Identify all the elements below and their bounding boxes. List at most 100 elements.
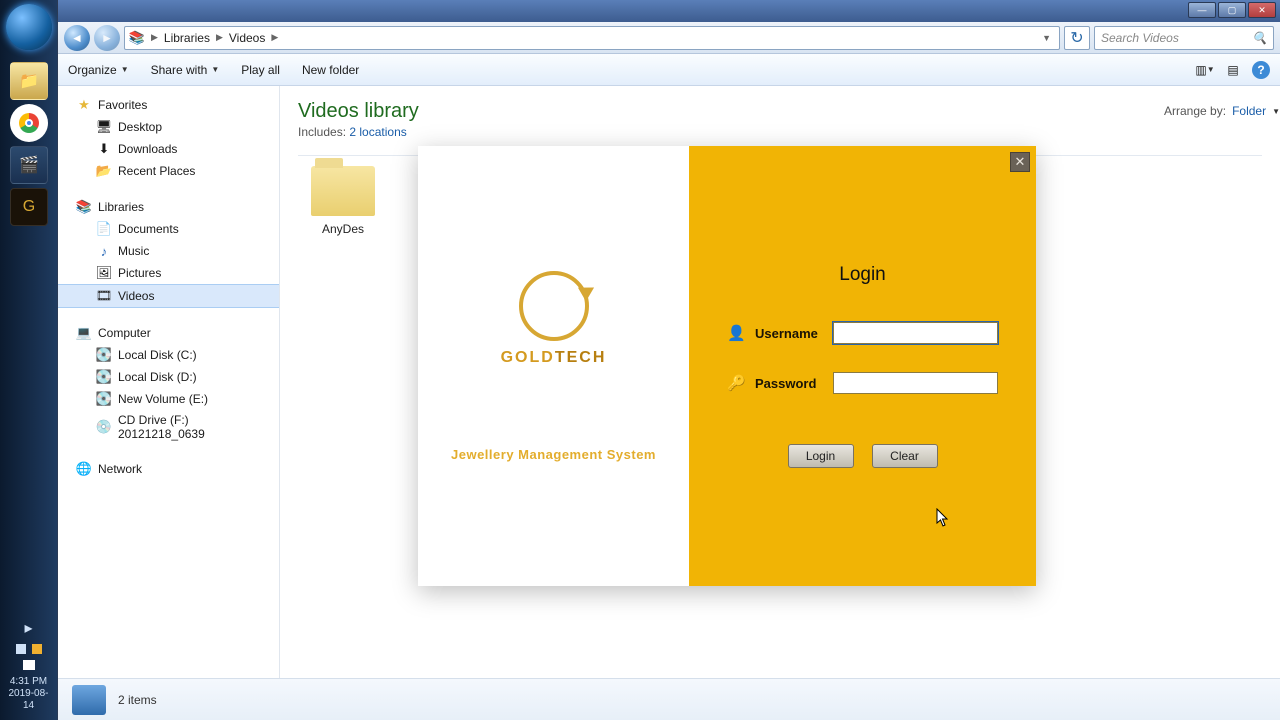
- chevron-down-icon: ▼: [1272, 107, 1280, 116]
- nav-documents[interactable]: 📄Documents: [58, 218, 279, 240]
- minimize-button[interactable]: —: [1188, 2, 1216, 18]
- username-label: Username: [755, 326, 823, 341]
- new-folder-button[interactable]: New folder: [302, 63, 359, 77]
- nav-cd-drive[interactable]: 💿CD Drive (F:) 20121218_0639: [58, 410, 279, 444]
- nav-pictures[interactable]: 🖼Pictures: [58, 262, 279, 284]
- downloads-icon: ⬇: [96, 141, 112, 157]
- key-icon: 🔑: [727, 374, 745, 392]
- nav-network[interactable]: 🌐Network: [58, 458, 279, 480]
- library-subtitle: Includes: 2 locations: [298, 125, 1262, 139]
- folder-label: AnyDes: [298, 222, 388, 236]
- chevron-down-icon: ▼: [211, 65, 219, 74]
- disk-icon: 💽: [96, 391, 112, 407]
- clear-button[interactable]: Clear: [872, 444, 938, 468]
- refresh-button[interactable]: ↻: [1064, 26, 1090, 50]
- computer-icon: 💻: [76, 325, 92, 341]
- folder-icon: [311, 166, 375, 216]
- nav-computer[interactable]: 💻Computer: [58, 322, 279, 344]
- tagline: Jewellery Management System: [451, 447, 656, 462]
- disk-icon: 💽: [96, 369, 112, 385]
- taskbar-video-icon[interactable]: 🎬: [10, 146, 48, 184]
- nav-videos[interactable]: 🎞Videos: [58, 284, 279, 308]
- locations-link[interactable]: 2 locations: [349, 125, 406, 139]
- preview-pane-button[interactable]: ▤: [1224, 61, 1242, 79]
- dialog-close-button[interactable]: ✕: [1010, 152, 1030, 172]
- status-count: 2 items: [118, 693, 157, 707]
- tray-time[interactable]: 4:31 PM: [4, 676, 53, 688]
- nav-libraries[interactable]: 📚Libraries: [58, 196, 279, 218]
- desktop-icon: 🖥: [96, 119, 112, 135]
- tray-icon[interactable]: [16, 644, 26, 654]
- nav-disk-e[interactable]: 💽New Volume (E:): [58, 388, 279, 410]
- outer-window-titlebar: — ▢ ✕: [0, 0, 1280, 22]
- username-input[interactable]: [833, 322, 998, 344]
- navigation-pane: ★Favorites 🖥Desktop ⬇Downloads 📂Recent P…: [58, 86, 280, 678]
- chevron-right-icon: ▶: [212, 32, 227, 43]
- cd-icon: 💿: [96, 419, 112, 435]
- share-with-menu[interactable]: Share with▼: [151, 63, 220, 77]
- help-button[interactable]: ?: [1252, 61, 1270, 79]
- tray-date[interactable]: 2019-08-14: [4, 688, 53, 712]
- nav-downloads[interactable]: ⬇Downloads: [58, 138, 279, 160]
- status-bar: 2 items: [58, 678, 1280, 720]
- breadcrumb-root[interactable]: Libraries: [164, 31, 210, 45]
- refresh-icon: ↻: [1070, 28, 1083, 48]
- recent-icon: 📂: [96, 163, 112, 179]
- brand-name: GOLDTECH: [501, 349, 607, 367]
- tray-flag-icon[interactable]: [23, 660, 35, 670]
- login-form-panel: ✕ Login 👤 Username 🔑 Password Login Clea…: [689, 146, 1036, 586]
- nav-back-button[interactable]: ◄: [64, 25, 90, 51]
- network-icon: 🌐: [76, 461, 92, 477]
- nav-favorites[interactable]: ★Favorites: [58, 94, 279, 116]
- search-icon: 🔍: [1252, 31, 1267, 45]
- breadcrumb-videos[interactable]: Videos: [229, 31, 265, 45]
- folder-item-anydes[interactable]: AnyDes: [298, 166, 388, 236]
- status-thumb-icon: [72, 685, 106, 715]
- chevron-right-icon: ▶: [147, 32, 162, 43]
- videos-icon: 🎞: [96, 288, 112, 304]
- libraries-icon: 📚: [76, 199, 92, 215]
- library-icon: 📚: [129, 30, 145, 46]
- nav-desktop[interactable]: 🖥Desktop: [58, 116, 279, 138]
- documents-icon: 📄: [96, 221, 112, 237]
- password-input[interactable]: [833, 372, 998, 394]
- dropdown-icon[interactable]: ▼: [1038, 33, 1055, 43]
- nav-disk-c[interactable]: 💽Local Disk (C:): [58, 344, 279, 366]
- tray-icon[interactable]: [32, 644, 42, 654]
- play-all-button[interactable]: Play all: [241, 63, 280, 77]
- goldtech-logo: [519, 271, 589, 341]
- close-button[interactable]: ✕: [1248, 2, 1276, 18]
- arrange-by[interactable]: Arrange by: Folder ▼: [1164, 104, 1280, 118]
- disk-icon: 💽: [96, 347, 112, 363]
- login-brand-panel: GOLDTECH Jewellery Management System: [418, 146, 689, 586]
- search-placeholder: Search Videos: [1101, 31, 1179, 45]
- maximize-button[interactable]: ▢: [1218, 2, 1246, 18]
- system-tray[interactable]: ▸ 4:31 PM 2019-08-14: [4, 619, 53, 712]
- search-box[interactable]: Search Videos 🔍: [1094, 26, 1274, 50]
- star-icon: ★: [76, 97, 92, 113]
- pictures-icon: 🖼: [96, 265, 112, 281]
- login-button[interactable]: Login: [788, 444, 854, 468]
- taskbar-goldtech-icon[interactable]: G: [10, 188, 48, 226]
- nav-forward-button[interactable]: ►: [94, 25, 120, 51]
- start-orb[interactable]: [6, 4, 52, 50]
- music-icon: ♪: [96, 243, 112, 259]
- user-icon: 👤: [727, 324, 745, 342]
- taskbar: 📁 🎬 G ▸ 4:31 PM 2019-08-14: [0, 0, 58, 720]
- login-dialog: GOLDTECH Jewellery Management System ✕ L…: [418, 146, 1036, 586]
- nav-recent-places[interactable]: 📂Recent Places: [58, 160, 279, 182]
- taskbar-explorer-icon[interactable]: 📁: [10, 62, 48, 100]
- organize-menu[interactable]: Organize▼: [68, 63, 129, 77]
- toolbar: Organize▼ Share with▼ Play all New folde…: [58, 54, 1280, 86]
- password-label: Password: [755, 376, 823, 391]
- nav-music[interactable]: ♪Music: [58, 240, 279, 262]
- chevron-down-icon: ▼: [121, 65, 129, 74]
- library-title: Videos library: [298, 100, 1262, 123]
- address-bar: ◄ ► 📚 ▶ Libraries ▶ Videos ▶ ▼ ↻ Search …: [58, 22, 1280, 54]
- taskbar-chrome-icon[interactable]: [10, 104, 48, 142]
- view-options-button[interactable]: ▥ ▼: [1196, 61, 1214, 79]
- nav-disk-d[interactable]: 💽Local Disk (D:): [58, 366, 279, 388]
- breadcrumb[interactable]: 📚 ▶ Libraries ▶ Videos ▶ ▼: [124, 26, 1060, 50]
- login-title: Login: [709, 264, 1016, 286]
- chevron-right-icon: ▶: [267, 32, 282, 43]
